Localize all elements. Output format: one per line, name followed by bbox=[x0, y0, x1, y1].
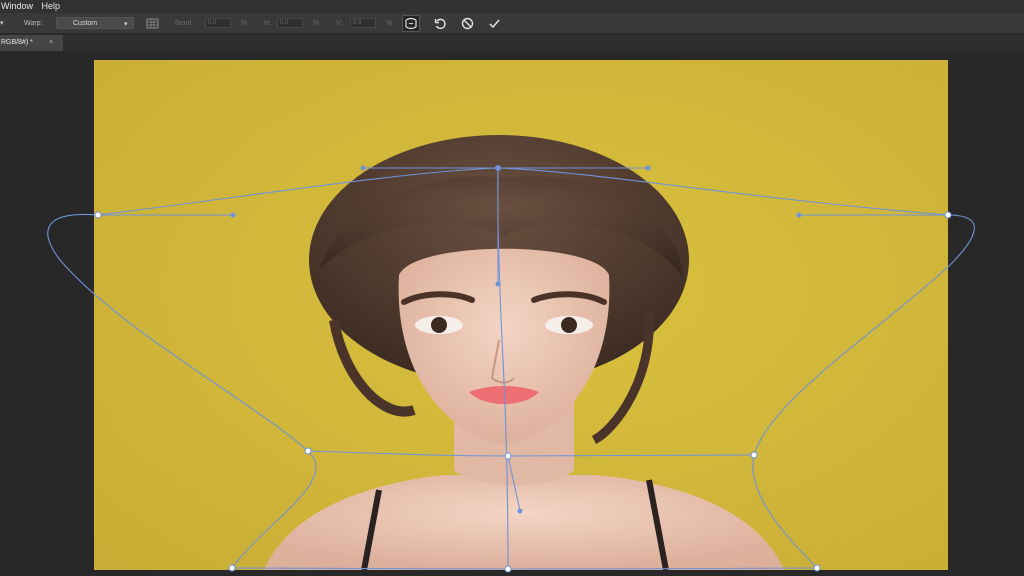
warp-anchor-point[interactable] bbox=[750, 451, 758, 459]
warp-handle-point[interactable] bbox=[495, 281, 501, 287]
warp-handle-point[interactable] bbox=[230, 212, 236, 218]
warp-anchor-point[interactable] bbox=[944, 211, 952, 219]
warp-mesh-overlay[interactable] bbox=[0, 0, 1024, 576]
warp-anchor-point[interactable] bbox=[504, 452, 512, 460]
warp-anchor-point[interactable] bbox=[228, 564, 236, 572]
warp-anchor-point[interactable] bbox=[304, 447, 312, 455]
warp-anchor-point[interactable] bbox=[813, 564, 821, 572]
warp-handle-point[interactable] bbox=[495, 165, 501, 171]
warp-handle-point[interactable] bbox=[360, 165, 366, 171]
warp-handle-point[interactable] bbox=[517, 508, 523, 514]
warp-anchor-point[interactable] bbox=[504, 565, 512, 573]
warp-handle-point[interactable] bbox=[796, 212, 802, 218]
warp-anchor-point[interactable] bbox=[94, 211, 102, 219]
warp-handle-point[interactable] bbox=[645, 165, 651, 171]
